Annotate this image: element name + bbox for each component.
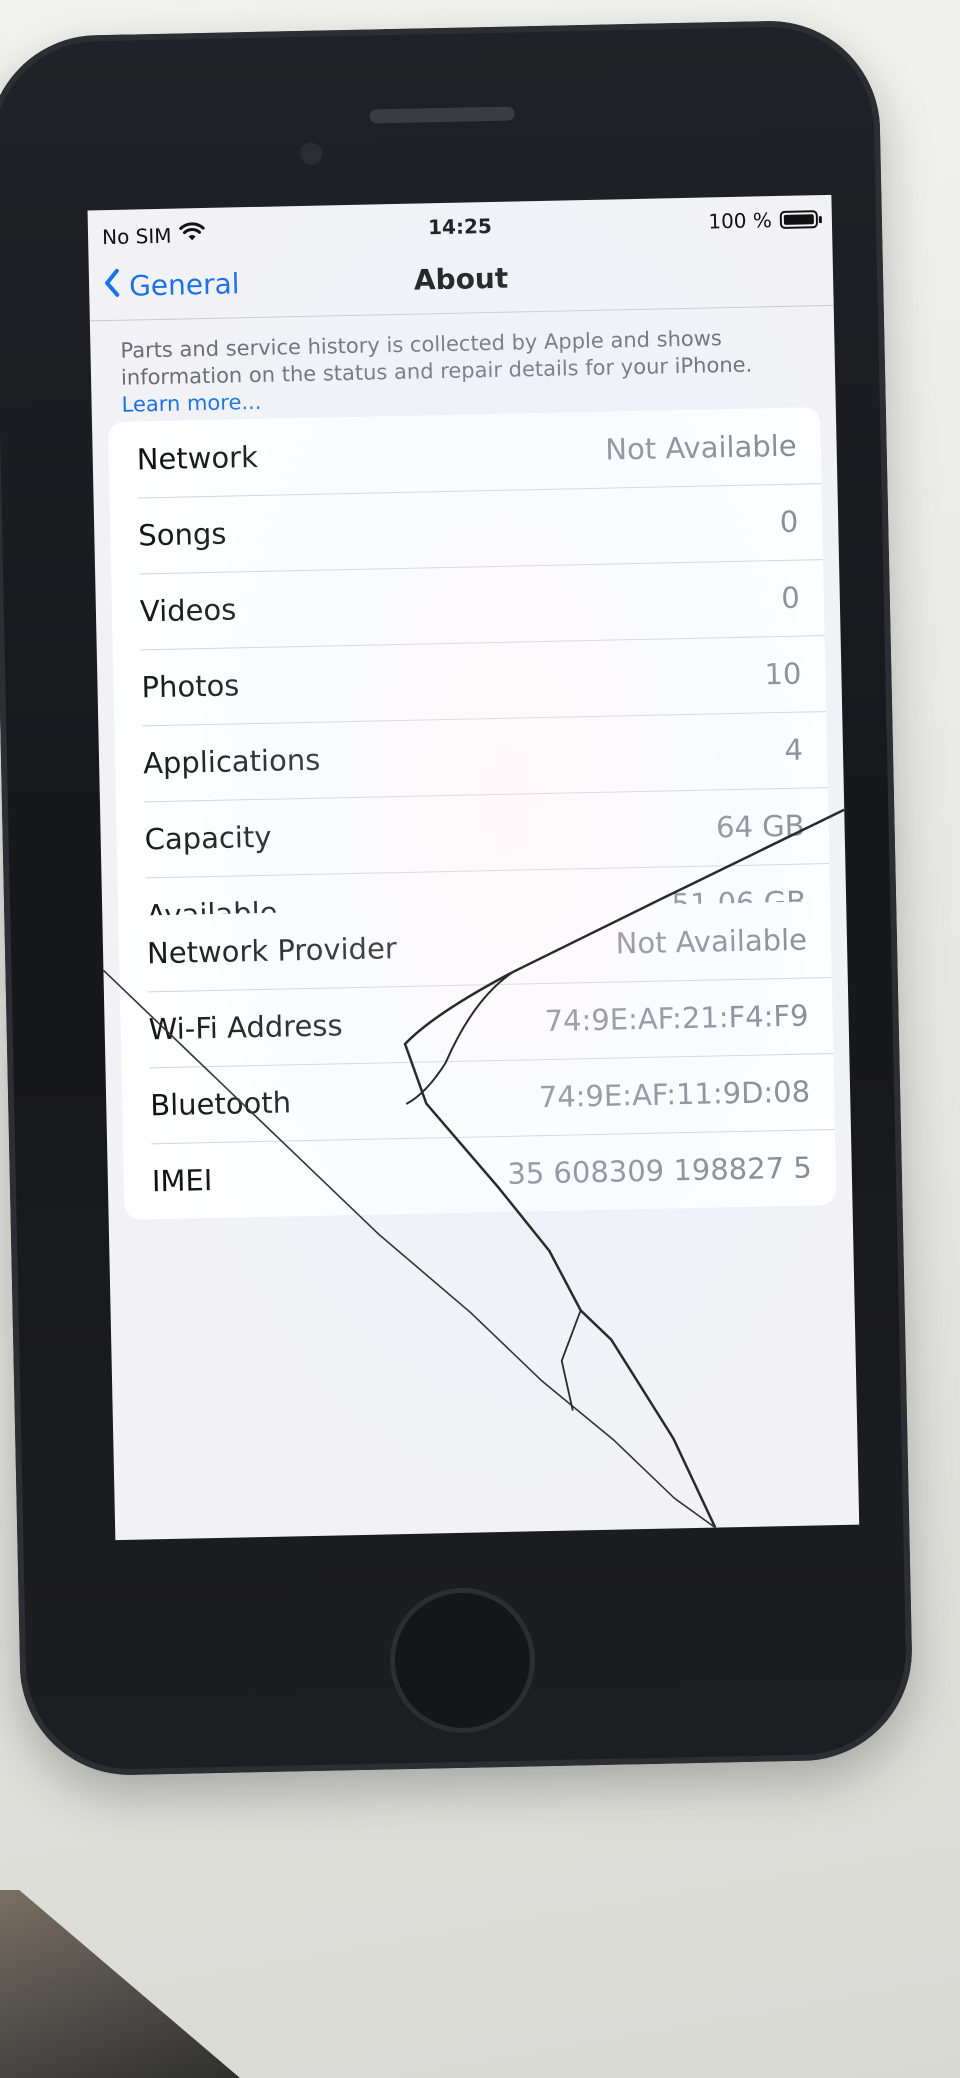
row-value: 0 (780, 580, 801, 615)
row-label: Applications (142, 742, 321, 781)
row-label: Network Provider (146, 931, 398, 971)
row-label: Bluetooth (149, 1085, 292, 1123)
row-value: 64 GB (715, 808, 805, 845)
row-value: 10 (764, 656, 802, 692)
row-value: Not Available (615, 922, 808, 961)
row-label: Songs (137, 516, 227, 553)
row-label: Capacity (144, 819, 272, 857)
row-value: 0 (779, 504, 799, 540)
row-label: IMEI (151, 1163, 213, 1199)
row-label: Network (136, 439, 259, 477)
photo-scene: No SIM 14:25 100 % General About Parts a… (0, 0, 960, 2078)
battery-icon (779, 210, 819, 229)
iphone-device: No SIM 14:25 100 % General About Parts a… (0, 18, 915, 1778)
row-value: 35 608309 198827 5 (507, 1150, 813, 1191)
page-title: About (413, 261, 509, 297)
row-value: Not Available (604, 428, 797, 467)
battery-percent: 100 % (708, 208, 773, 234)
row-value: 4 (784, 732, 804, 767)
earpiece-speaker (369, 106, 515, 124)
row-value: 74:9E:AF:11:9D:08 (538, 1074, 811, 1115)
row-label: Wi-Fi Address (148, 1008, 343, 1047)
home-button[interactable] (388, 1586, 537, 1735)
media-info-group: Network Not Available Songs 0 Videos 0 P… (107, 407, 831, 954)
table-corner (0, 1890, 240, 2078)
navigation-bar: General About (88, 242, 834, 322)
learn-more-link[interactable]: Learn more... (121, 390, 261, 417)
row-imei[interactable]: IMEI 35 608309 198827 5 (123, 1129, 836, 1220)
front-camera (300, 142, 323, 165)
row-label: Photos (141, 668, 240, 705)
network-info-group: Network Provider Not Available Wi-Fi Add… (118, 901, 837, 1220)
row-label: Videos (139, 592, 237, 629)
service-history-text: Parts and service history is collected b… (120, 326, 753, 390)
service-history-note: Parts and service history is collected b… (120, 323, 806, 418)
status-right: 100 % (708, 207, 819, 234)
phone-screen: No SIM 14:25 100 % General About Parts a… (87, 194, 860, 1541)
row-value: 74:9E:AF:21:F4:F9 (544, 998, 809, 1039)
